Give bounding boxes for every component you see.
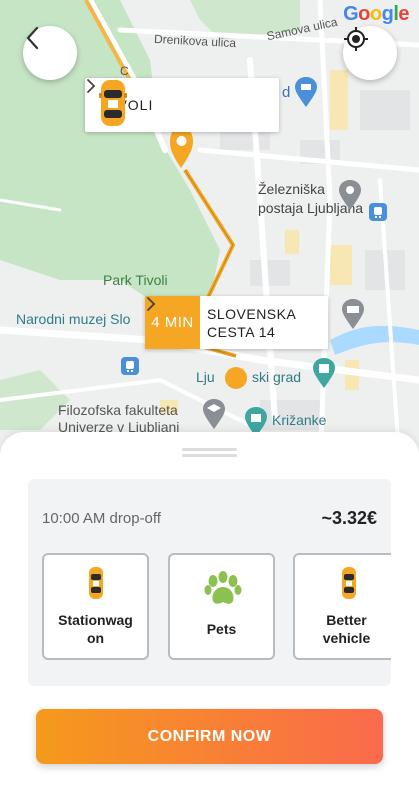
vehicle-option-stationwagon[interactable]: Stationwag on (42, 553, 149, 660)
destination-card[interactable]: 4 MIN SLOVENSKA CESTA 14 (145, 296, 328, 349)
option-label-line: Stationwag (58, 612, 133, 628)
price-estimate: ~3.32€ (321, 508, 377, 528)
map-label-d: d (282, 84, 291, 101)
map-label-narodni-muzej: Narodni muzej Slo (16, 311, 131, 327)
locate-button[interactable] (343, 26, 397, 80)
option-label: Better vehicle (299, 611, 391, 647)
back-button[interactable] (23, 26, 77, 80)
dropoff-time: 10:00 AM drop-off (42, 510, 161, 527)
castle-pin-icon (313, 358, 335, 388)
google-letter: o (369, 3, 382, 25)
graduation-cap-icon (203, 399, 225, 429)
option-label-line: Pets (206, 621, 237, 637)
google-letter: o (358, 3, 370, 25)
chevron-left-icon (26, 26, 39, 50)
chevron-right-icon (87, 79, 96, 93)
google-letter: e (398, 3, 409, 25)
origin-card[interactable]: TIVOLI (85, 78, 279, 132)
shopping-cart-icon (295, 77, 317, 107)
address-line-1: SLOVENSKA (207, 305, 297, 322)
map-label-line: Filozofska fakulteta (58, 402, 178, 418)
map-view[interactable]: Google Drenikova ulica Samova ulica C d … (0, 0, 419, 470)
google-letter: g (381, 3, 394, 25)
map-label-c: C (120, 64, 129, 78)
museum-pin-icon (342, 299, 364, 329)
option-label: Stationwag on (48, 611, 143, 647)
vehicle-option-pets[interactable]: Pets (168, 553, 275, 660)
destination-address: SLOVENSKA CESTA 14 (207, 305, 328, 341)
origin-label: TIVOLI (103, 97, 154, 113)
vehicle-option-better-vehicle[interactable]: Better vehicle (293, 553, 391, 660)
drag-handle-line (182, 454, 237, 457)
option-label-line: vehicle (322, 630, 371, 646)
google-logo: Google (343, 3, 409, 26)
map-label-grad-left: Lju (196, 369, 215, 385)
option-label-line: Better (326, 612, 367, 628)
confirm-button[interactable]: CONFIRM NOW (36, 709, 383, 764)
paw-icon (204, 571, 242, 604)
address-line-2: CESTA 14 (207, 323, 276, 340)
map-label-grad-right: ski grad (252, 369, 302, 385)
map-label-park-tivoli: Park Tivoli (103, 272, 168, 288)
chevron-right-icon (147, 297, 156, 311)
map-pin-icon (339, 180, 361, 210)
ride-info-panel: 10:00 AM drop-off ~3.32€ Stationwag on P… (28, 479, 391, 686)
option-label: Pets (174, 620, 269, 638)
taxi-icon (99, 80, 127, 126)
map-label-filozofska: Filozofska fakulteta Univerze v Ljubljan… (58, 402, 179, 436)
map-label-krizanke: Križanke (272, 412, 327, 428)
drag-handle[interactable] (182, 448, 237, 451)
poi-train-icon (369, 203, 387, 221)
option-label-line: on (86, 630, 105, 646)
taxi-icon (342, 567, 356, 599)
poi-train-icon (121, 357, 139, 375)
crosshair-icon (344, 27, 368, 51)
google-letter: G (343, 3, 359, 25)
taxi-icon (89, 567, 103, 599)
